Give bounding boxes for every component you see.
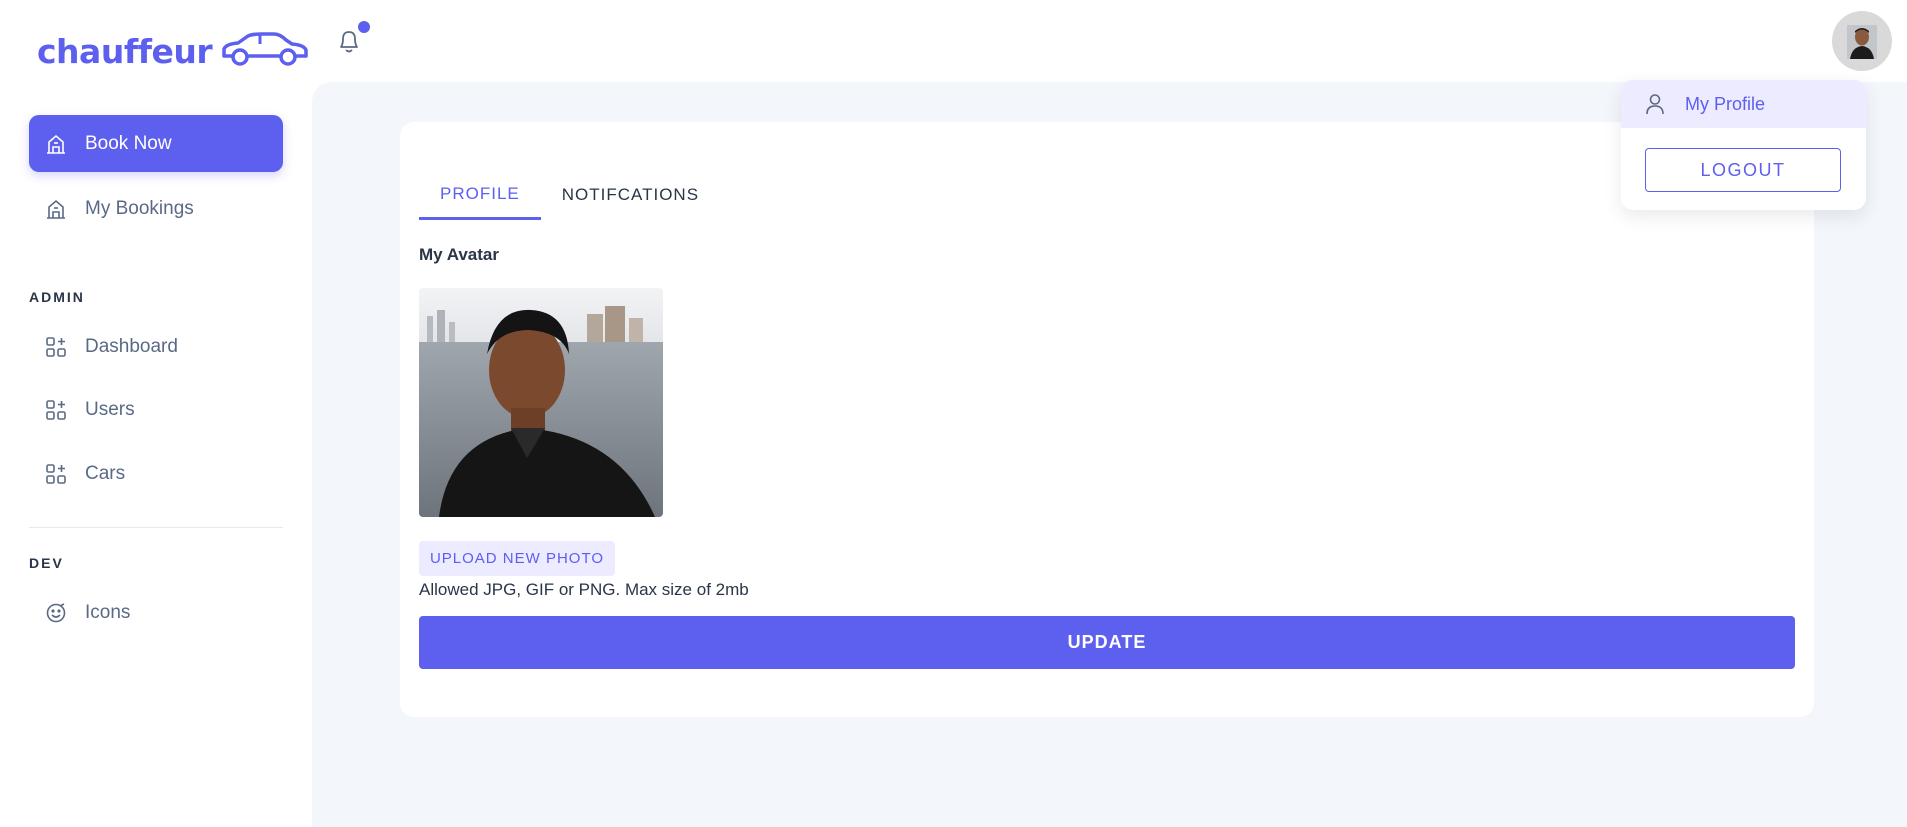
sidebar-item-label: Book Now [85, 132, 172, 154]
profile-tabs: PROFILE NOTIFCATIONS [419, 170, 720, 220]
section-label-dev: DEV [29, 555, 64, 571]
upload-hint: Allowed JPG, GIF or PNG. Max size of 2mb [419, 580, 749, 599]
apps-icon [45, 399, 67, 421]
avatar-photo [419, 288, 663, 517]
sidebar: chauffeur Book Now My Bookings ADMIN Das… [0, 0, 312, 827]
apps-icon [45, 336, 67, 358]
tab-notifications[interactable]: NOTIFCATIONS [541, 170, 720, 220]
apps-icon [45, 463, 67, 485]
sidebar-item-users[interactable]: Users [29, 381, 283, 438]
sidebar-divider [29, 527, 283, 528]
sidebar-item-label: Dashboard [85, 335, 178, 357]
sidebar-item-icons[interactable]: Icons [29, 584, 283, 641]
sidebar-item-label: Cars [85, 462, 126, 484]
menu-item-my-profile[interactable]: My Profile [1621, 80, 1866, 128]
sidebar-item-book-now[interactable]: Book Now [29, 115, 283, 172]
menu-item-label: My Profile [1685, 93, 1766, 114]
profile-dropdown: My Profile LOGOUT [1621, 80, 1866, 210]
upload-photo-button[interactable]: UPLOAD NEW PHOTO [419, 541, 615, 576]
sidebar-item-dashboard[interactable]: Dashboard [29, 318, 283, 375]
brand-name: chauffeur [37, 31, 213, 71]
sidebar-item-label: Users [85, 398, 135, 420]
sidebar-item-label: Icons [85, 601, 131, 623]
logout-button[interactable]: LOGOUT [1645, 148, 1841, 192]
car-icon [218, 31, 310, 71]
sidebar-item-cars[interactable]: Cars [29, 445, 283, 502]
user-icon [1645, 93, 1665, 115]
building-icon [45, 198, 67, 220]
mood-icon [45, 602, 67, 624]
update-button[interactable]: UPDATE [419, 616, 1795, 669]
building-icon [45, 133, 67, 155]
sidebar-item-label: My Bookings [85, 197, 194, 219]
section-label-admin: ADMIN [29, 289, 85, 305]
notification-badge [358, 21, 370, 33]
avatar-label: My Avatar [419, 245, 499, 264]
avatar[interactable] [1832, 11, 1892, 71]
tab-profile[interactable]: PROFILE [419, 170, 541, 220]
brand-logo[interactable]: chauffeur [37, 28, 310, 74]
sidebar-item-my-bookings[interactable]: My Bookings [29, 180, 283, 237]
